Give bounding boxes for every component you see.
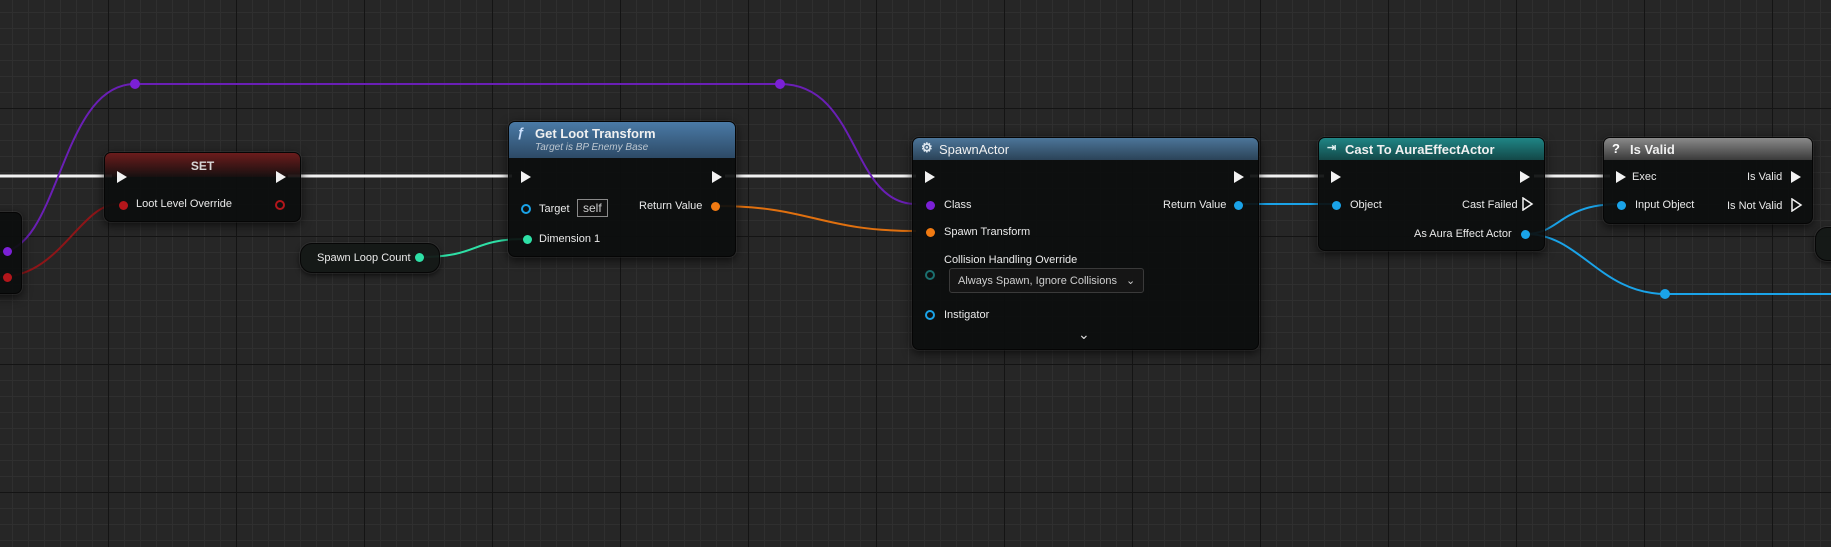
- class-label: Class: [944, 199, 972, 211]
- is-valid-node[interactable]: ? Is Valid Exec Is Valid Input Object Is…: [1603, 137, 1813, 224]
- loot-level-label: Loot Level Override: [136, 198, 232, 210]
- get-loot-transform-title: Get Loot Transform: [535, 126, 656, 141]
- exec-input-pin[interactable]: [1616, 171, 1626, 183]
- chevron-down-icon: ⌄: [1126, 275, 1136, 287]
- object-label: Object: [1350, 199, 1382, 211]
- cast-node-title: Cast To AuraEffectActor: [1345, 142, 1495, 157]
- target-pin[interactable]: [521, 204, 531, 214]
- exec-output-pin[interactable]: [712, 171, 722, 183]
- as-aura-effect-actor-pin[interactable]: [1521, 230, 1530, 239]
- return-value-label: Return Value: [1163, 199, 1227, 211]
- object-input-pin[interactable]: [1332, 201, 1341, 210]
- dimension-label: Dimension 1: [539, 233, 601, 245]
- collision-dropdown-value: Always Spawn, Ignore Collisions: [958, 275, 1117, 287]
- cast-as-wire-2: [1525, 233, 1831, 295]
- offscreen-node-left[interactable]: [0, 212, 22, 294]
- class-input-pin[interactable]: [926, 201, 935, 210]
- is-not-valid-exec-pin[interactable]: [1791, 198, 1803, 212]
- loot-level-output-pin[interactable]: [275, 200, 285, 210]
- spawn-actor-title: SpawnActor: [939, 142, 1010, 157]
- cast-icon: ⇥: [1327, 142, 1337, 154]
- question-icon: ?: [1612, 141, 1620, 156]
- exec-input-pin[interactable]: [1331, 171, 1341, 183]
- is-valid-title: Is Valid: [1630, 142, 1675, 157]
- expand-advanced-icon[interactable]: ⌄: [1078, 326, 1090, 343]
- offscreen-node-right[interactable]: [1815, 227, 1831, 261]
- cast-node[interactable]: ⇥ Cast To AuraEffectActor Object Cast Fa…: [1318, 137, 1545, 251]
- instigator-pin[interactable]: [925, 310, 935, 320]
- exec-input-pin[interactable]: [521, 171, 531, 183]
- spawn-actor-node[interactable]: ⚙ SpawnActor Class Return Value Spawn Tr…: [912, 137, 1259, 350]
- input-object-label: Input Object: [1635, 199, 1695, 211]
- cast-failed-label: Cast Failed: [1462, 199, 1518, 211]
- spawn-transform-pin[interactable]: [926, 228, 935, 237]
- collision-dropdown[interactable]: Always Spawn, Ignore Collisions ⌄: [949, 268, 1145, 293]
- class-output-pin[interactable]: [3, 247, 12, 256]
- function-icon: ƒ: [517, 125, 525, 140]
- input-object-pin[interactable]: [1617, 201, 1626, 210]
- exec-label: Exec: [1632, 171, 1657, 183]
- return-value-pin[interactable]: [1234, 201, 1243, 210]
- byte-output-pin[interactable]: [3, 273, 12, 282]
- reroute-node-class-left[interactable]: [130, 79, 140, 89]
- is-valid-exec-pin[interactable]: [1791, 171, 1801, 183]
- loot-level-input-pin[interactable]: [119, 201, 128, 210]
- exec-output-pin[interactable]: [276, 171, 286, 183]
- cast-failed-exec-pin[interactable]: [1522, 197, 1534, 211]
- spawn-actor-icon: ⚙: [921, 140, 933, 155]
- set-node[interactable]: SET Loot Level Override: [104, 152, 301, 222]
- collision-label: Collision Handling Override: [944, 254, 1078, 266]
- spawn-loop-count-node[interactable]: Spawn Loop Count: [300, 243, 440, 273]
- spawn-loop-count-label: Spawn Loop Count: [317, 252, 411, 264]
- exec-output-pin[interactable]: [1234, 171, 1244, 183]
- is-valid-label: Is Valid: [1747, 171, 1783, 183]
- collision-pin[interactable]: [925, 270, 935, 280]
- cast-node-header: ⇥ Cast To AuraEffectActor: [1319, 138, 1544, 160]
- instigator-label: Instigator: [944, 309, 990, 321]
- set-node-header: SET: [105, 153, 300, 177]
- get-loot-transform-subtitle: Target is BP Enemy Base: [535, 142, 649, 153]
- transform-wire: [715, 205, 917, 232]
- is-valid-header: ? Is Valid: [1604, 138, 1812, 160]
- get-loot-transform-header: ƒ Get Loot Transform Target is BP Enemy …: [509, 122, 735, 158]
- spawn-loop-count-output-pin[interactable]: [415, 253, 424, 262]
- exec-output-pin[interactable]: [1520, 171, 1530, 183]
- return-value-pin[interactable]: [711, 202, 720, 211]
- target-self-field[interactable]: self: [577, 199, 608, 217]
- dimension-pin[interactable]: [523, 235, 532, 244]
- reroute-node-class-right[interactable]: [775, 79, 785, 89]
- target-label: Target: [539, 203, 570, 215]
- exec-input-pin[interactable]: [925, 171, 935, 183]
- as-aura-effect-actor-label: As Aura Effect Actor: [1414, 228, 1512, 240]
- exec-input-pin[interactable]: [117, 171, 127, 183]
- spawn-transform-label: Spawn Transform: [944, 226, 1031, 238]
- set-node-title: SET: [190, 159, 215, 173]
- reroute-node-object[interactable]: [1660, 289, 1670, 299]
- spawn-actor-header: ⚙ SpawnActor: [913, 138, 1258, 160]
- get-loot-transform-node[interactable]: ƒ Get Loot Transform Target is BP Enemy …: [508, 121, 736, 257]
- return-value-label: Return Value: [639, 200, 703, 212]
- is-not-valid-label: Is Not Valid: [1727, 200, 1783, 212]
